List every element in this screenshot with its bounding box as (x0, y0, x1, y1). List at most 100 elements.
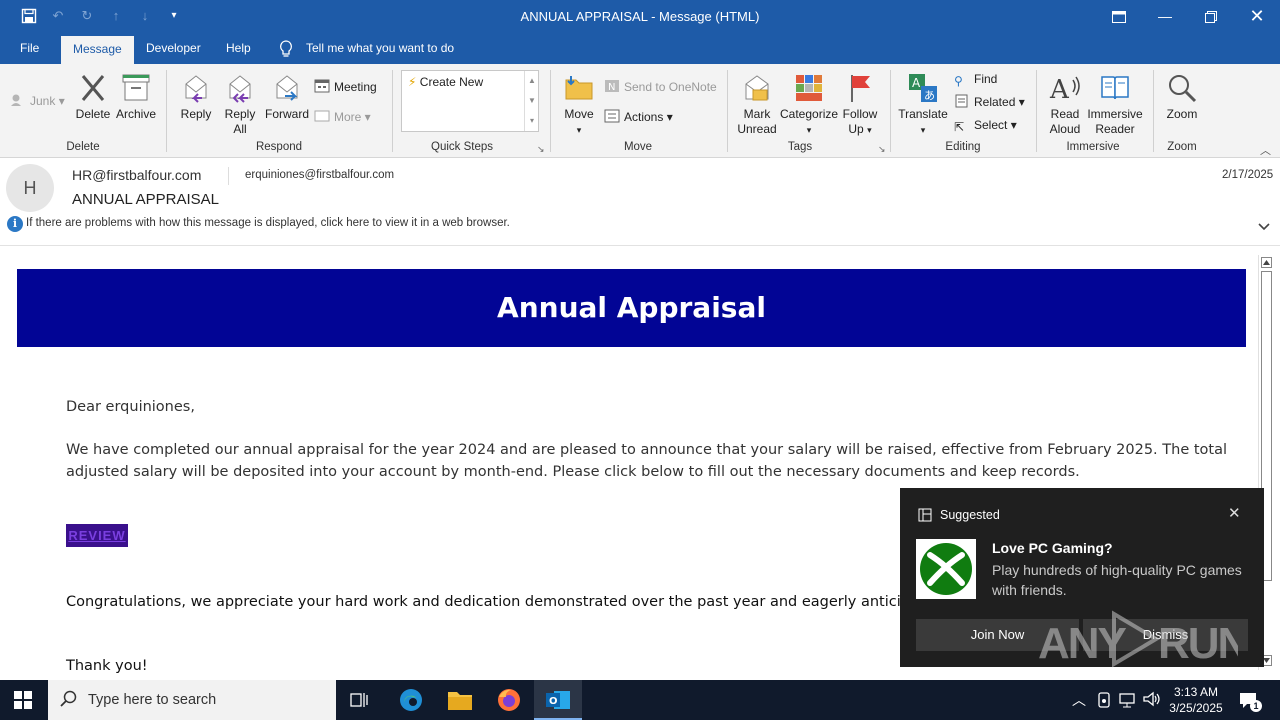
device-icon[interactable] (1096, 691, 1112, 714)
ribbon-display-options-icon[interactable] (1096, 0, 1142, 33)
file-explorer-icon[interactable] (447, 688, 473, 717)
notification-center-icon[interactable]: 1 (1238, 690, 1262, 715)
notification-title: Love PC Gaming? (992, 540, 1113, 556)
categorize-button[interactable]: Categorize ▾ (780, 72, 838, 138)
translate-icon: Aあ (909, 74, 937, 102)
join-now-button[interactable]: Join Now (916, 619, 1079, 651)
ribbon-tab-bar: File Message Developer Help Tell me what… (0, 33, 1280, 64)
quick-steps-launcher-icon[interactable]: ↘ (537, 144, 545, 155)
volume-icon[interactable] (1142, 690, 1160, 713)
close-notification-icon[interactable]: ✕ (1228, 504, 1241, 522)
more-respond-button[interactable]: More ▾ (314, 108, 371, 126)
send-to-onenote-label: Send to OneNote (624, 80, 717, 94)
move-button[interactable]: Move ▾ (560, 72, 598, 138)
immersive-reader-label-2: Reader (1095, 122, 1135, 136)
more-label: More (334, 110, 362, 124)
maximize-button[interactable] (1188, 0, 1234, 33)
forward-button[interactable]: Forward (264, 72, 310, 122)
outlook-taskbar-button[interactable]: O (534, 680, 582, 720)
related-label: Related (974, 95, 1016, 109)
group-label-respond: Respond (255, 141, 303, 153)
recipient-address[interactable]: erquiniones@firstbalfour.com (245, 169, 394, 181)
info-bar-text[interactable]: If there are problems with how this mess… (26, 217, 510, 229)
actions-button[interactable]: Actions ▾ (604, 108, 673, 126)
meeting-label: Meeting (334, 80, 377, 94)
network-icon[interactable] (1118, 691, 1136, 714)
find-button[interactable]: ⚲ Find (954, 70, 997, 88)
edge-browser-icon[interactable] (398, 687, 424, 718)
group-label-move: Move (623, 141, 653, 153)
read-aloud-label-2: Aloud (1049, 122, 1081, 136)
read-aloud-button[interactable]: A Read Aloud (1044, 72, 1086, 137)
review-link[interactable]: REVIEW (66, 524, 128, 547)
tab-help[interactable]: Help (214, 33, 263, 64)
mark-unread-label-2: Unread (737, 122, 777, 136)
dismiss-button[interactable]: Dismiss (1083, 619, 1248, 651)
reply-all-button[interactable]: Reply All (220, 72, 260, 137)
find-icon: ⚲ (954, 74, 963, 88)
follow-up-button[interactable]: Follow Up ▾ (840, 72, 880, 138)
tags-launcher-icon[interactable]: ↘ (878, 144, 886, 155)
expand-header-icon[interactable] (1258, 220, 1270, 234)
junk-button[interactable]: Junk ▾ (10, 92, 65, 110)
clock-time: 3:13 AM (1173, 685, 1219, 699)
mark-unread-button[interactable]: Mark Unread (734, 72, 780, 137)
categorize-label: Categorize (780, 107, 839, 121)
select-cursor-icon: ⇱ (954, 120, 965, 134)
send-to-onenote-button[interactable]: N Send to OneNote (604, 78, 717, 96)
tab-file[interactable]: File (8, 33, 51, 64)
move-icon (565, 76, 593, 100)
collapse-ribbon-icon[interactable]: ︿ (1260, 142, 1271, 158)
read-aloud-icon: A (1049, 75, 1080, 104)
task-view-icon[interactable] (350, 691, 368, 714)
reply-button[interactable]: Reply (176, 72, 216, 122)
categorize-icon (796, 75, 822, 101)
quick-steps-gallery[interactable]: ⚡ Create New ▲ ▼ ▾ (401, 70, 539, 132)
create-new-quick-step[interactable]: ⚡ Create New (408, 75, 483, 89)
junk-icon (10, 93, 26, 107)
lightning-icon: ⚡ (408, 75, 417, 89)
delete-button[interactable]: Delete (74, 72, 112, 122)
quick-steps-scroll[interactable]: ▲ ▼ ▾ (524, 71, 539, 131)
mark-unread-icon (745, 75, 769, 101)
clock-date: 3/25/2025 (1169, 701, 1223, 715)
immersive-reader-button[interactable]: Immersive Reader (1086, 72, 1144, 137)
tell-me-search[interactable]: Tell me what you want to do (306, 41, 454, 55)
notification-count-badge: 1 (1250, 700, 1262, 712)
taskbar-search-box[interactable]: Type here to search (48, 680, 336, 720)
group-separator (550, 70, 551, 152)
immersive-reader-label-1: Immersive (1087, 107, 1143, 121)
message-header: H HR@firstbalfour.com erquiniones@firstb… (0, 158, 1280, 246)
tab-developer[interactable]: Developer (134, 33, 213, 64)
junk-label: Junk (30, 94, 56, 108)
minimize-button[interactable]: — (1142, 0, 1188, 33)
move-label: Move (564, 107, 594, 121)
related-icon (954, 94, 970, 108)
zoom-button[interactable]: Zoom (1162, 72, 1202, 122)
notification-header: Suggested (940, 508, 1000, 522)
zoom-icon (1169, 75, 1197, 103)
show-hidden-icons-icon[interactable]: ︿ (1072, 690, 1086, 710)
scroll-up-arrow[interactable] (1261, 257, 1272, 268)
archive-button[interactable]: Archive (114, 72, 158, 122)
tab-message[interactable]: Message (61, 36, 134, 64)
svg-text:N: N (608, 82, 615, 93)
onenote-icon: N (604, 79, 620, 93)
svg-text:あ: あ (924, 89, 935, 102)
meeting-button[interactable]: Meeting (314, 78, 377, 96)
body-paragraph-line-2: adjusted salary will be deposited into y… (66, 464, 1080, 480)
avatar[interactable]: H (6, 164, 54, 212)
group-label-immersive: Immersive (1066, 141, 1120, 153)
close-button[interactable]: ✕ (1234, 0, 1280, 33)
translate-button[interactable]: Aあ Translate ▾ (898, 72, 948, 138)
group-separator (1036, 70, 1037, 152)
related-button[interactable]: Related ▾ (954, 93, 1025, 111)
select-button[interactable]: ⇱ Select ▾ (954, 116, 1017, 134)
windows-start-icon[interactable] (14, 691, 32, 714)
reply-all-label-1: Reply (224, 107, 256, 121)
message-date: 2/17/2025 (1222, 169, 1274, 181)
sender-address[interactable]: HR@firstbalfour.com (72, 167, 201, 183)
firefox-icon[interactable] (496, 687, 522, 718)
archive-icon (122, 74, 150, 101)
taskbar-clock[interactable]: 3:13 AM 3/25/2025 (1166, 684, 1226, 716)
